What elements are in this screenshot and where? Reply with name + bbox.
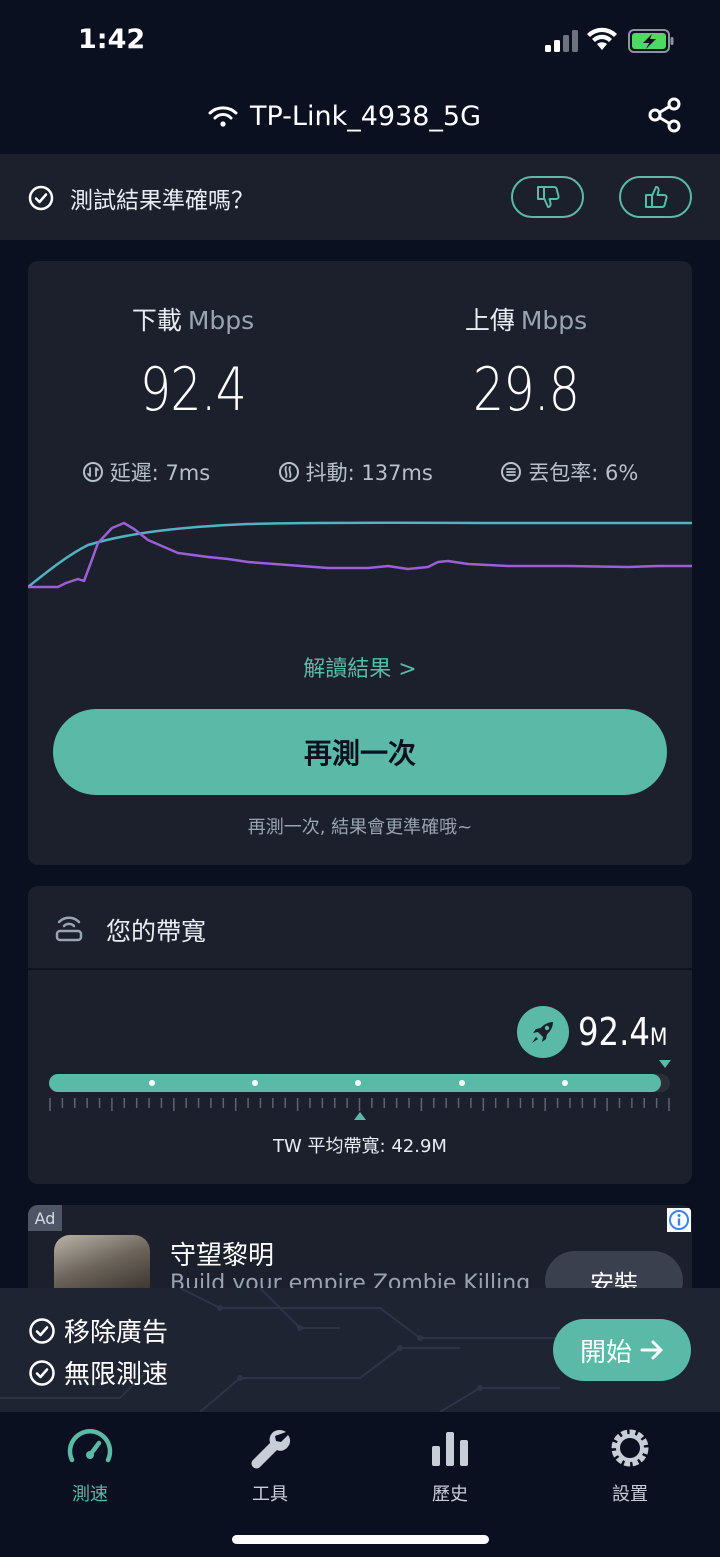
thumbs-up-icon	[644, 186, 668, 208]
wrench-icon	[251, 1429, 291, 1469]
bar-chart-icon	[432, 1432, 468, 1466]
speedometer-icon	[67, 1429, 113, 1463]
upload-label: 上傳 Mbps	[406, 301, 646, 337]
packet-loss-stat: 丟包率: 6%	[500, 457, 638, 487]
speed-graph	[28, 521, 692, 589]
tab-settings[interactable]: 設置	[570, 1424, 690, 1506]
ad-title[interactable]: 守望黎明	[170, 1235, 274, 1272]
bandwidth-speed-value: 92.4	[578, 1010, 650, 1054]
tab-tools[interactable]: 工具	[210, 1424, 330, 1506]
download-label: 下載 Mbps	[73, 301, 313, 337]
check-circle-icon	[29, 1317, 55, 1344]
status-time: 1:42	[78, 24, 146, 55]
upload-value: 29.8	[472, 355, 580, 425]
download-label-text: 下載	[131, 306, 182, 335]
jitter-text: 抖動: 137ms	[305, 461, 433, 485]
retest-hint: 再測一次, 結果會更準確哦~	[247, 817, 473, 838]
track-dot	[459, 1080, 465, 1086]
interpret-results-link[interactable]: 解讀結果 >	[28, 651, 692, 683]
download-value: 92.4	[139, 355, 247, 425]
thumbs-down-icon	[536, 186, 560, 208]
promo-remove-ads-text: 移除廣告	[64, 1318, 169, 1348]
thumbs-down-button[interactable]	[511, 176, 584, 218]
bandwidth-title: 您的帶寬	[106, 917, 207, 946]
tab-history-label: 歷史	[432, 1484, 468, 1505]
latency-text: 延遲: 7ms	[109, 461, 211, 485]
network-title: TP-Link_4938_5G	[208, 96, 481, 136]
tab-tools-label: 工具	[252, 1484, 288, 1505]
download-unit: Mbps	[187, 306, 255, 335]
bandwidth-card: 您的帶寬 92.4M TW 平均帶寬: 42.9M	[28, 886, 692, 1184]
upload-speed-line	[28, 521, 692, 589]
rocket-badge	[517, 1006, 569, 1058]
promo-remove-ads: 移除廣告	[28, 1312, 168, 1349]
connection-stats: 延遲: 7ms 抖動: 137ms 丟包率: 6%	[28, 457, 692, 487]
share-icon[interactable]	[646, 96, 684, 134]
check-circle-icon	[29, 1359, 55, 1386]
router-icon	[55, 916, 83, 942]
cellular-signal-icon	[545, 30, 578, 52]
status-bar: 1:42	[0, 0, 720, 88]
promo-unlimited-tests-text: 無限測速	[64, 1360, 169, 1390]
latency-icon	[82, 462, 103, 482]
arrow-right-icon	[640, 1340, 663, 1360]
tab-speedtest-label: 測速	[72, 1484, 108, 1505]
average-bandwidth-label: TW 平均帶寬: 42.9M	[273, 1136, 447, 1157]
packet-loss-text: 丟包率: 6%	[528, 461, 639, 485]
bandwidth-speed-unit: M	[649, 1023, 668, 1051]
bandwidth-track	[49, 1074, 670, 1092]
ad-install-button[interactable]: 安裝	[545, 1251, 683, 1289]
promo-unlimited-tests: 無限測速	[28, 1354, 168, 1391]
tab-speedtest[interactable]: 測速	[30, 1424, 150, 1506]
jitter-stat: 抖動: 137ms	[278, 457, 433, 487]
average-speed-marker	[354, 1112, 366, 1120]
retest-button[interactable]: 再測一次	[53, 709, 667, 795]
speed-result-card: 下載 Mbps 92.4 上傳 Mbps 29.8 延遲: 7ms 抖動: 137m…	[28, 261, 692, 865]
home-indicator	[232, 1535, 489, 1544]
start-premium-button[interactable]: 開始	[553, 1319, 691, 1381]
upload-metric: 上傳 Mbps 29.8	[406, 301, 646, 425]
app-header: TP-Link_4938_5G	[0, 88, 720, 154]
thumbs-up-button[interactable]	[619, 176, 692, 218]
accuracy-feedback-bar: 測試結果準確嗎？	[0, 154, 720, 240]
battery-charging-icon	[628, 29, 674, 53]
download-speed-line	[28, 521, 692, 588]
start-premium-label: 開始	[579, 1337, 632, 1368]
track-dot	[355, 1080, 361, 1086]
bandwidth-header: 您的帶寬	[28, 886, 692, 970]
tab-settings-label: 設置	[612, 1484, 648, 1505]
ad-app-icon[interactable]	[54, 1235, 150, 1289]
track-dot	[562, 1080, 568, 1086]
packet-loss-icon	[501, 462, 522, 482]
network-name: TP-Link_4938_5G	[250, 100, 482, 132]
jitter-icon	[278, 462, 299, 482]
current-speed-marker	[659, 1060, 671, 1068]
bandwidth-speed: 92.4M	[578, 1010, 668, 1054]
ad-info-icon[interactable]	[667, 1208, 691, 1232]
premium-promo-bar: 移除廣告 無限測速 開始	[0, 1288, 720, 1412]
upload-label-text: 上傳	[464, 306, 515, 335]
latency-stat: 延遲: 7ms	[82, 457, 211, 487]
gear-icon	[611, 1429, 649, 1467]
check-circle-icon	[28, 185, 54, 211]
rocket-icon	[532, 1022, 553, 1043]
tab-history[interactable]: 歷史	[390, 1424, 510, 1506]
ad-tag: Ad	[28, 1205, 62, 1231]
track-dot	[149, 1080, 155, 1086]
ad-subtitle: Build your empire Zombie Killing	[170, 1271, 531, 1289]
wifi-status-icon	[587, 27, 617, 50]
wifi-icon	[208, 106, 238, 127]
ad-banner[interactable]: Ad 守望黎明 Build your empire Zombie Killing…	[28, 1205, 692, 1289]
accuracy-question: 測試結果準確嗎？	[70, 188, 254, 214]
track-dot	[252, 1080, 258, 1086]
upload-unit: Mbps	[520, 306, 588, 335]
download-metric: 下載 Mbps 92.4	[73, 301, 313, 425]
bandwidth-ruler	[49, 1098, 670, 1111]
